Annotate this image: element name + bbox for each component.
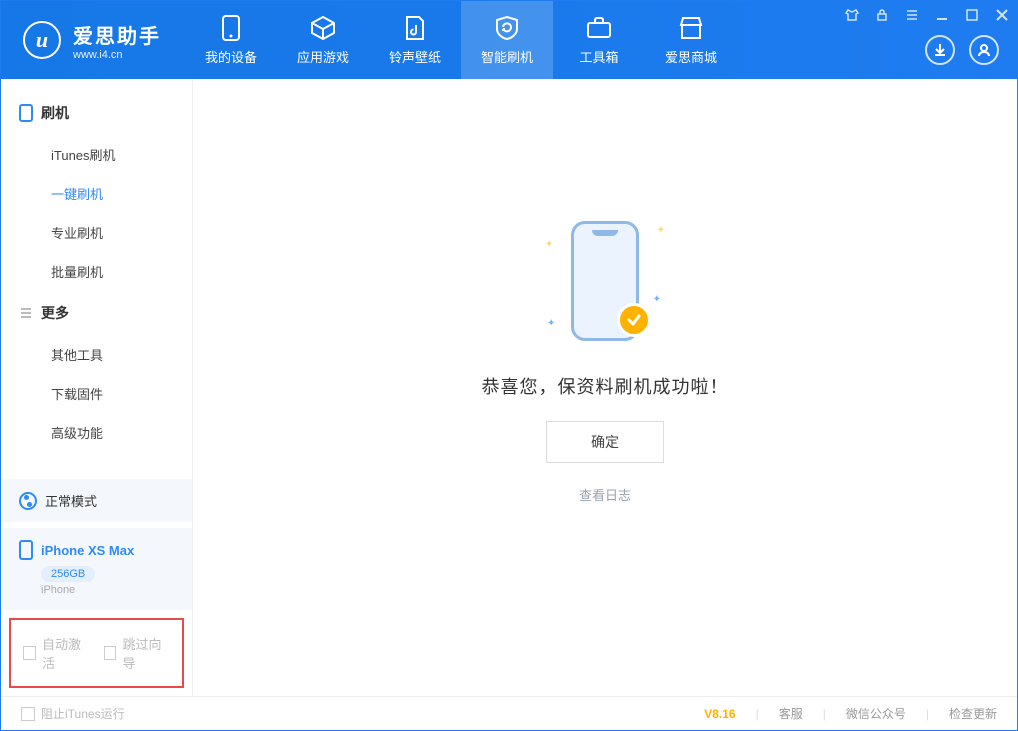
footer-link-update[interactable]: 检查更新 [949, 705, 997, 722]
version-label: V8.16 [704, 707, 735, 721]
cube-icon [310, 15, 336, 41]
checkbox-label: 阻止iTunes运行 [41, 705, 125, 722]
sidebar-menu-more: 其他工具 下载固件 高级功能 [1, 331, 192, 456]
sidebar-item-advanced[interactable]: 高级功能 [1, 413, 192, 452]
body: 刷机 iTunes刷机 一键刷机 专业刷机 批量刷机 更多 其他工具 下载固件 … [1, 79, 1017, 696]
confirm-button[interactable]: 确定 [546, 421, 664, 463]
sidebar-item-other-tools[interactable]: 其他工具 [1, 335, 192, 374]
brand-url: www.i4.cn [73, 49, 161, 61]
sidebar: 刷机 iTunes刷机 一键刷机 专业刷机 批量刷机 更多 其他工具 下载固件 … [1, 79, 193, 696]
footer-link-support[interactable]: 客服 [779, 705, 803, 722]
device-icon [19, 540, 33, 560]
menu-icon[interactable] [897, 8, 927, 22]
sidebar-section-flash: 刷机 [1, 95, 192, 131]
minimize-button[interactable] [927, 8, 957, 22]
mode-box[interactable]: 正常模式 [1, 479, 192, 522]
list-icon [19, 306, 33, 320]
tab-store[interactable]: 爱思商城 [645, 1, 737, 79]
checkbox-icon [23, 646, 36, 660]
checkbox-label: 自动激活 [42, 634, 90, 672]
mode-icon [19, 492, 37, 510]
brand-name: 爱思助手 [73, 20, 161, 49]
mode-label: 正常模式 [45, 491, 97, 510]
sparkle-icon: ✦ [653, 294, 661, 305]
device-type: iPhone [41, 584, 174, 596]
music-file-icon [402, 15, 428, 41]
shirt-icon[interactable] [837, 8, 867, 22]
tab-toolbox[interactable]: 工具箱 [553, 1, 645, 79]
sidebar-item-download-firmware[interactable]: 下载固件 [1, 374, 192, 413]
close-button[interactable] [987, 8, 1017, 22]
tab-label: 智能刷机 [481, 47, 533, 66]
sidebar-item-batch-flash[interactable]: 批量刷机 [1, 252, 192, 291]
footer-link-wechat[interactable]: 微信公众号 [846, 705, 906, 722]
success-message: 恭喜您，保资料刷机成功啦！ [482, 373, 729, 399]
device-box[interactable]: iPhone XS Max 256GB iPhone [1, 528, 192, 610]
checkbox-skip-guide[interactable]: 跳过向导 [104, 634, 171, 672]
section-title: 更多 [41, 303, 69, 323]
tab-label: 爱思商城 [665, 47, 717, 66]
main-area: ✦ ✦ ✦ ✦ 恭喜您，保资料刷机成功啦！ 确定 查看日志 [193, 79, 1017, 696]
separator: | [926, 707, 929, 721]
sparkle-icon: ✦ [545, 239, 553, 250]
checkbox-auto-activate[interactable]: 自动激活 [23, 634, 90, 672]
briefcase-icon [586, 15, 612, 41]
tab-label: 铃声壁纸 [389, 47, 441, 66]
footer-left: 阻止iTunes运行 [21, 705, 125, 722]
checkmark-badge-icon [617, 303, 651, 337]
view-log-link[interactable]: 查看日志 [579, 485, 631, 504]
checkbox-icon [21, 707, 35, 721]
store-icon [678, 15, 704, 41]
checkbox-label: 跳过向导 [122, 634, 170, 672]
footer: 阻止iTunes运行 V8.16 | 客服 | 微信公众号 | 检查更新 [1, 696, 1017, 730]
device-name-row: iPhone XS Max [19, 540, 174, 560]
maximize-button[interactable] [957, 8, 987, 22]
sidebar-section-more: 更多 [1, 295, 192, 331]
checkbox-block-itunes[interactable]: 阻止iTunes运行 [21, 705, 125, 722]
device-name: iPhone XS Max [41, 543, 134, 558]
brand-logo-icon: u [23, 21, 61, 59]
sidebar-bottom: 正常模式 iPhone XS Max 256GB iPhone 自动激活 [1, 479, 192, 696]
window-controls [837, 1, 1017, 29]
tab-label: 应用游戏 [297, 47, 349, 66]
tab-smart-flash[interactable]: 智能刷机 [461, 1, 553, 79]
checkbox-icon [104, 646, 117, 660]
tab-my-device[interactable]: 我的设备 [185, 1, 277, 79]
tab-ringtones-wallpapers[interactable]: 铃声壁纸 [369, 1, 461, 79]
options-row: 自动激活 跳过向导 [9, 618, 184, 688]
separator: | [823, 707, 826, 721]
tab-label: 工具箱 [579, 47, 618, 66]
refresh-shield-icon [494, 15, 520, 41]
main-tabs: 我的设备 应用游戏 铃声壁纸 智能刷机 工具箱 爱思商城 [185, 1, 737, 79]
sidebar-item-itunes-flash[interactable]: iTunes刷机 [1, 135, 192, 174]
sidebar-item-pro-flash[interactable]: 专业刷机 [1, 213, 192, 252]
download-button[interactable] [925, 35, 955, 65]
lock-icon[interactable] [867, 8, 897, 22]
section-title: 刷机 [41, 103, 69, 123]
sparkle-icon: ✦ [547, 318, 555, 329]
sidebar-item-oneclick-flash[interactable]: 一键刷机 [1, 174, 192, 213]
device-capacity: 256GB [41, 566, 95, 582]
phone-small-icon [19, 104, 33, 122]
app-window: u 爱思助手 www.i4.cn 我的设备 应用游戏 铃声壁纸 智能刷机 [0, 0, 1018, 731]
sidebar-menu-flash: iTunes刷机 一键刷机 专业刷机 批量刷机 [1, 131, 192, 295]
tab-apps-games[interactable]: 应用游戏 [277, 1, 369, 79]
titlebar: u 爱思助手 www.i4.cn 我的设备 应用游戏 铃声壁纸 智能刷机 [1, 1, 1017, 79]
tab-label: 我的设备 [205, 47, 257, 66]
account-button[interactable] [969, 35, 999, 65]
brand-text: 爱思助手 www.i4.cn [73, 20, 161, 61]
separator: | [756, 707, 759, 721]
success-illustration: ✦ ✦ ✦ ✦ [525, 211, 685, 351]
brand: u 爱思助手 www.i4.cn [1, 1, 181, 79]
phone-icon [218, 15, 244, 41]
titlebar-right-buttons [925, 35, 999, 65]
sparkle-icon: ✦ [657, 225, 665, 236]
